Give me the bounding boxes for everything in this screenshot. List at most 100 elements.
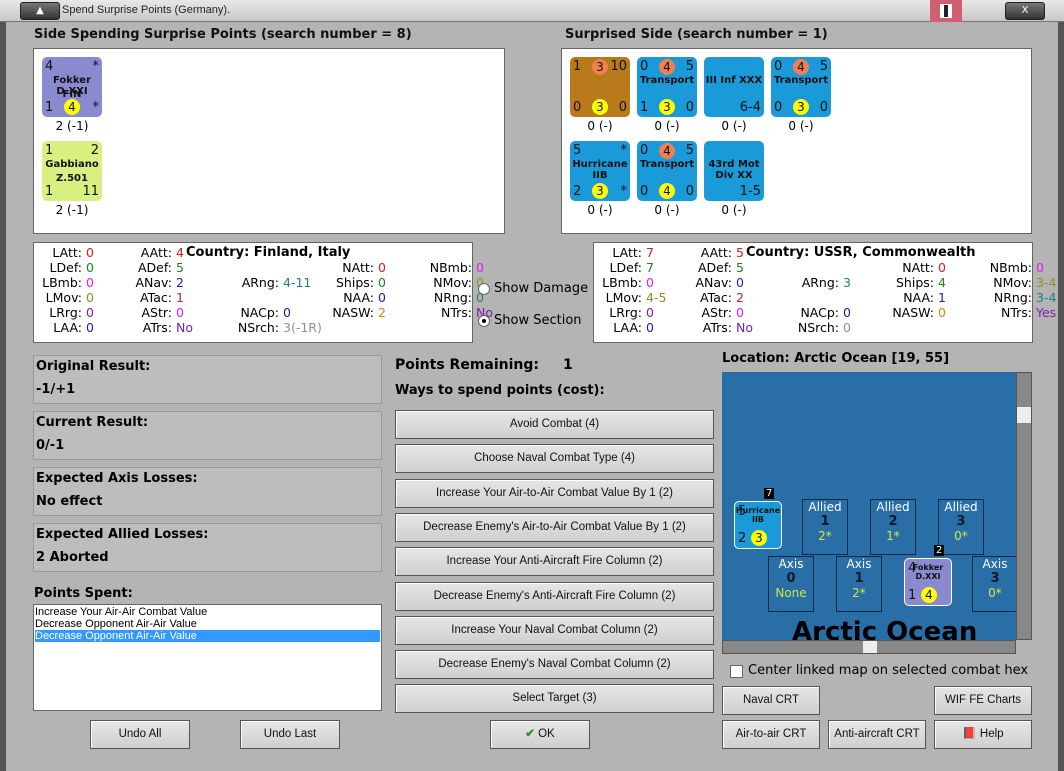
axis-box[interactable]: Axis 0 None <box>768 556 814 612</box>
expected-axis-losses: Expected Axis Losses: No effect <box>33 467 382 516</box>
stat-item: ADef: 5 <box>112 260 184 275</box>
unit-counter[interactable]: 0 5 1 0 Transport 3 4 <box>637 57 697 117</box>
stat-value: 5 <box>736 260 744 275</box>
stat-value: 0 <box>646 275 654 290</box>
counter-value: 4 <box>921 587 937 603</box>
box-number: 3 <box>990 571 1000 586</box>
stat-value: 0 <box>86 275 94 290</box>
unit-counter[interactable]: 5 * 2 * Hurricane IIB 3 <box>570 141 630 201</box>
unit-counter[interactable]: 1 2 1 11 Gabbiano Z.501 <box>42 141 102 201</box>
stat-item: LDef: 7 <box>582 260 654 275</box>
unit-counter[interactable]: 6-4 III Inf XXX <box>704 57 764 117</box>
counter-name: Fokker D.XXI <box>912 563 944 581</box>
ways-label: Ways to spend points (cost): <box>395 383 605 398</box>
unit-counter[interactable]: 0 5 0 0 Transport 3 4 <box>771 57 831 117</box>
box-side: Allied <box>944 500 978 514</box>
counter-tl: 0 <box>640 59 649 74</box>
country-label: Country: USSR, Commonwealth <box>746 245 976 260</box>
allied-box[interactable]: Allied 3 0* <box>938 499 984 555</box>
stat-item: NASW: 0 <box>874 305 946 320</box>
undo-all-button[interactable]: Undo All <box>90 720 190 749</box>
unit-counter[interactable]: 0 5 0 0 Transport 4 4 <box>637 141 697 201</box>
stat-label: Ships: <box>896 275 934 290</box>
stat-item: LAA: 0 <box>582 320 654 335</box>
points-spent-list[interactable]: Increase Your Air-Air Combat Value Decrea… <box>33 604 382 711</box>
stat-label: LAA: <box>613 320 642 335</box>
spend-option-button[interactable]: Increase Your Air-to-Air Combat Value By… <box>395 478 714 508</box>
spend-option-button[interactable]: Increase Your Naval Combat Column (2) <box>395 615 714 645</box>
box-value: 0* <box>954 529 968 543</box>
stat-value: 0 <box>86 245 94 260</box>
stat-label: NAA: <box>343 290 374 305</box>
spend-option-button[interactable]: Choose Naval Combat Type (4) <box>395 444 714 474</box>
points-spent-item[interactable]: Decrease Opponent Air-Air Value <box>35 630 380 642</box>
stat-label: NAA: <box>903 290 934 305</box>
points-spent-item[interactable]: Increase Your Air-Air Combat Value <box>35 606 380 618</box>
map-unit-counter[interactable]: 4 Fokker D.XXI 1 4 <box>904 558 952 606</box>
stat-item: ANav: 0 <box>672 275 744 290</box>
center-map-checkbox[interactable] <box>730 665 743 678</box>
naval-crt-button[interactable]: Naval CRT <box>722 686 820 715</box>
stat-item: NACp: 0 <box>779 305 851 320</box>
allied-box[interactable]: Allied 1 2* <box>802 499 848 555</box>
show-section-radio[interactable] <box>478 315 490 327</box>
minimize-button[interactable]: ▲ <box>20 2 60 20</box>
stat-value: 2 <box>378 305 386 320</box>
show-damage-radio[interactable] <box>478 283 490 295</box>
spend-option-button[interactable]: Avoid Combat (4) <box>395 410 714 439</box>
counter-bl: 1 <box>45 100 54 115</box>
stat-item: ARng: 3 <box>779 275 851 290</box>
ok-button[interactable]: ✔ OK <box>490 720 590 749</box>
stat-label: LDef: <box>49 260 82 275</box>
stat-item: LRrg: 0 <box>22 305 94 320</box>
axis-box[interactable]: Axis 3 0* <box>972 556 1016 612</box>
close-button[interactable]: X <box>1005 2 1045 20</box>
map-horizontal-scrollbar[interactable] <box>722 640 1016 654</box>
unit-counter[interactable]: 4 * 1 * Fokker D.XXI FIN 4 <box>42 57 102 117</box>
map-unit-counter[interactable]: 5 Hurricane IIB 2 3 <box>734 501 782 549</box>
stat-value: 0 <box>86 290 94 305</box>
counter-sub: Z.501 <box>56 173 88 184</box>
stat-value: 4-11 <box>283 275 312 290</box>
spend-option-button[interactable]: Decrease Enemy's Air-to-Air Combat Value… <box>395 512 714 542</box>
right-panel-header: Surprised Side (search number = 1) <box>565 27 828 42</box>
unit-counter[interactable]: 1-5 43rd Mot Div XX <box>704 141 764 201</box>
right-stats-panel: Country: USSR, Commonwealth LAtt: 7 LDef: 7 L… <box>593 242 1056 343</box>
counter-name: Transport <box>639 159 695 170</box>
points-spent-item[interactable]: Decrease Opponent Air-Air Value <box>35 618 380 630</box>
box-side: Axis <box>982 557 1008 571</box>
combat-map[interactable]: Allied 1 2* Allied 2 1* Allied 3 0* Axis 0 None Axis… <box>722 372 1016 640</box>
stat-label: ADef: <box>697 260 732 275</box>
checkmark-icon: ✔ <box>525 728 539 740</box>
air-to-air-crt-button[interactable]: Air-to-air CRT <box>722 720 820 749</box>
box-side: Allied <box>876 500 910 514</box>
undo-last-button[interactable]: Undo Last <box>240 720 340 749</box>
points-remaining-label: Points Remaining: <box>395 357 540 373</box>
stat-value: 0 <box>86 320 94 335</box>
stat-value: 0 <box>736 275 744 290</box>
spend-option-button[interactable]: Increase Your Anti-Aircraft Fire Column … <box>395 547 714 577</box>
counter-br: 0 <box>685 184 694 199</box>
current-result: Current Result: 0/-1 <box>33 411 382 460</box>
stat-item: LRrg: 0 <box>582 305 654 320</box>
counter-value: 3 <box>592 183 608 199</box>
wif-charts-button[interactable]: WIF FE Charts <box>934 686 1032 715</box>
spend-option-button[interactable]: Decrease Enemy's Anti-Aircraft Fire Colu… <box>395 581 714 611</box>
counter-caption: 0 (-) <box>654 119 680 133</box>
counter-top-value: 4 <box>793 59 809 75</box>
counter-br: 6-4 <box>739 100 761 115</box>
allied-box[interactable]: Allied 2 1* <box>870 499 916 555</box>
map-vertical-scrollbar[interactable] <box>1016 372 1032 640</box>
stat-item: Ships: 4 <box>874 275 946 290</box>
spend-option-button[interactable]: Decrease Enemy's Naval Combat Column (2) <box>395 650 714 680</box>
stat-item: LAtt: 7 <box>582 245 654 260</box>
counter-bl: 2 <box>573 184 582 199</box>
unit-counter[interactable]: 1 10 0 0 3 3 <box>570 57 630 117</box>
help-button[interactable]: 📕 Help <box>934 720 1032 749</box>
anti-aircraft-crt-button[interactable]: Anti-aircraft CRT <box>828 720 926 749</box>
stat-label: NMov: <box>993 275 1032 290</box>
axis-box[interactable]: Axis 1 2* <box>836 556 882 612</box>
spend-option-button[interactable]: Select Target (3) <box>395 684 714 714</box>
value: No effect <box>36 494 103 509</box>
stat-value: No <box>176 320 193 335</box>
